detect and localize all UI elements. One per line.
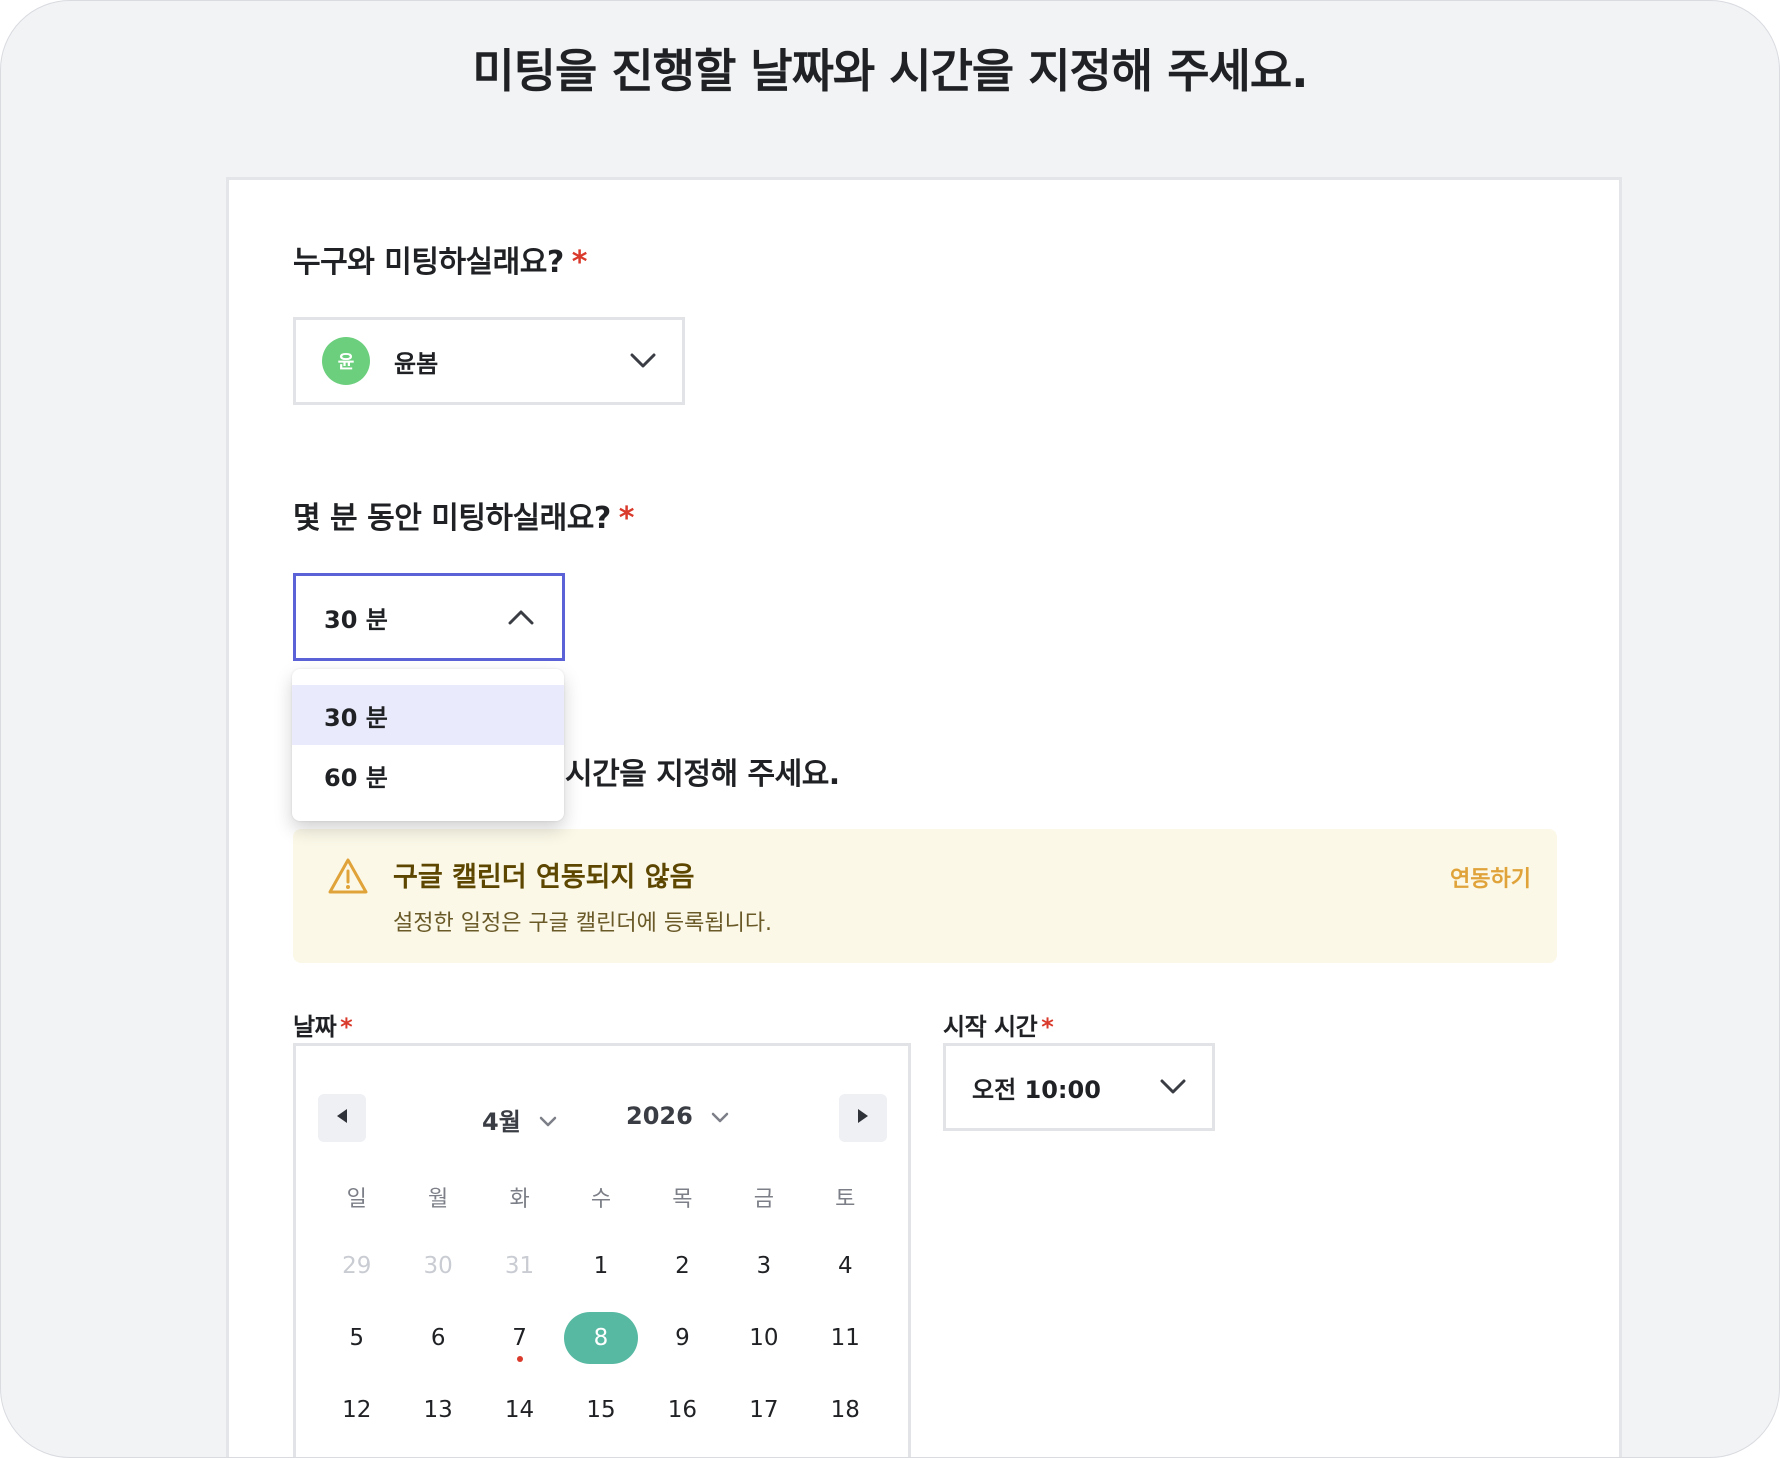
weekday-label: 토 bbox=[835, 1187, 856, 1212]
month-value: 4월 bbox=[482, 1108, 521, 1136]
page-title: 미팅을 진행할 날짜와 시간을 지정해 주세요. bbox=[472, 44, 1308, 98]
chevron-down-icon bbox=[539, 1106, 557, 1134]
who-label-text: 누구와 미팅하실래요? bbox=[293, 245, 564, 280]
day-cell-outside-month: 30 bbox=[423, 1253, 453, 1279]
weekday-label: 월 bbox=[428, 1187, 449, 1212]
day-cell[interactable]: 12 bbox=[316, 1374, 397, 1446]
dropdown-option-30[interactable]: 30 분 bbox=[292, 685, 564, 745]
weekday-label: 금 bbox=[753, 1187, 774, 1212]
weekday-label: 수 bbox=[590, 1187, 612, 1212]
duration-label-text: 몇 분 동안 미팅하실래요? bbox=[293, 501, 611, 536]
date-label-text: 날짜 bbox=[293, 1013, 337, 1041]
schedule-label: 시간을 지정해 주세요. bbox=[565, 757, 840, 792]
day-cell[interactable]: 9 bbox=[642, 1302, 723, 1374]
day-cell[interactable]: 4 bbox=[805, 1230, 886, 1302]
day-cell[interactable]: 11 bbox=[805, 1302, 886, 1374]
day-cell-marked[interactable]: 7 bbox=[479, 1302, 560, 1374]
day-cell[interactable]: 17 bbox=[723, 1374, 804, 1446]
next-month-button[interactable] bbox=[839, 1094, 887, 1142]
weekday-label: 목 bbox=[672, 1187, 693, 1212]
month-select[interactable]: 4월 bbox=[482, 1102, 557, 1137]
required-mark: * bbox=[618, 501, 635, 536]
day-cell-outside-month: 31 bbox=[504, 1253, 535, 1279]
required-mark: * bbox=[1041, 1013, 1054, 1041]
required-mark: * bbox=[340, 1013, 353, 1041]
day-grid: 29 30 31 1 2 3 4 5 6 7 8 9 10 11 12 13 1… bbox=[316, 1230, 886, 1446]
app-frame: 미팅을 진행할 날짜와 시간을 지정해 주세요. 누구와 미팅하실래요? * 윤 … bbox=[0, 0, 1780, 1458]
date-calendar: 4월 2026 일 월 화 수 목 금 토 29 30 31 1 2 3 4 5… bbox=[293, 1043, 911, 1457]
day-cell[interactable]: 14 bbox=[479, 1374, 560, 1446]
day-cell[interactable]: 1 bbox=[560, 1230, 641, 1302]
year-value: 2026 bbox=[626, 1102, 693, 1130]
duration-select[interactable]: 30 분 bbox=[293, 573, 565, 661]
calendar-warning-banner: 구글 캘린더 연동되지 않음 설정한 일정은 구글 캘린더에 등록됩니다. 연동… bbox=[293, 829, 1557, 963]
caret-left-icon bbox=[336, 1108, 348, 1128]
start-time-select[interactable]: 오전 10:00 bbox=[943, 1043, 1215, 1131]
start-time-value: 오전 10:00 bbox=[972, 1075, 1101, 1104]
start-time-label: 시작 시간 * bbox=[943, 1007, 1054, 1042]
duration-selected-value: 30 분 bbox=[324, 605, 388, 634]
duration-dropdown-menu: 30 분 60 분 bbox=[292, 669, 564, 821]
day-cell[interactable]: 2 bbox=[642, 1230, 723, 1302]
warning-icon bbox=[327, 857, 369, 899]
required-mark: * bbox=[571, 245, 588, 280]
selected-day-pill: 8 bbox=[563, 1312, 638, 1364]
day-cell[interactable]: 18 bbox=[805, 1374, 886, 1446]
start-time-label-text: 시작 시간 bbox=[943, 1013, 1038, 1041]
chevron-down-icon bbox=[711, 1102, 729, 1130]
chevron-down-icon bbox=[630, 353, 656, 369]
banner-title: 구글 캘린더 연동되지 않음 bbox=[393, 862, 695, 893]
day-cell[interactable]: 15 bbox=[560, 1374, 641, 1446]
caret-right-icon bbox=[857, 1108, 869, 1128]
dropdown-option-60[interactable]: 60 분 bbox=[292, 745, 564, 805]
avatar: 윤 bbox=[322, 337, 370, 385]
weekday-header: 일 월 화 수 목 금 토 bbox=[316, 1180, 886, 1220]
day-cell[interactable]: 5 bbox=[316, 1302, 397, 1374]
weekday-label: 화 bbox=[509, 1187, 530, 1212]
day-cell[interactable]: 10 bbox=[723, 1302, 804, 1374]
day-cell[interactable]: 16 bbox=[642, 1374, 723, 1446]
weekday-label: 일 bbox=[346, 1187, 367, 1212]
chevron-up-icon bbox=[508, 609, 534, 625]
who-selected-value: 윤봄 bbox=[394, 349, 439, 378]
who-label: 누구와 미팅하실래요? * bbox=[293, 237, 587, 281]
chevron-down-icon bbox=[1160, 1079, 1186, 1095]
day-cell[interactable]: 3 bbox=[723, 1230, 804, 1302]
day-cell-selected[interactable]: 8 bbox=[560, 1302, 641, 1374]
event-dot bbox=[516, 1356, 523, 1362]
date-label: 날짜 * bbox=[293, 1007, 353, 1042]
day-cell[interactable]: 6 bbox=[397, 1302, 478, 1374]
who-select[interactable]: 윤 윤봄 bbox=[293, 317, 685, 405]
prev-month-button[interactable] bbox=[318, 1094, 366, 1142]
duration-label: 몇 분 동안 미팅하실래요? * bbox=[293, 493, 634, 537]
year-select[interactable]: 2026 bbox=[626, 1102, 729, 1130]
day-number: 7 bbox=[512, 1325, 527, 1351]
day-cell[interactable]: 13 bbox=[397, 1374, 478, 1446]
banner-subtitle: 설정한 일정은 구글 캘린더에 등록됩니다. bbox=[393, 911, 773, 936]
connect-link[interactable]: 연동하기 bbox=[1450, 861, 1531, 893]
day-cell-outside-month: 29 bbox=[342, 1253, 372, 1279]
